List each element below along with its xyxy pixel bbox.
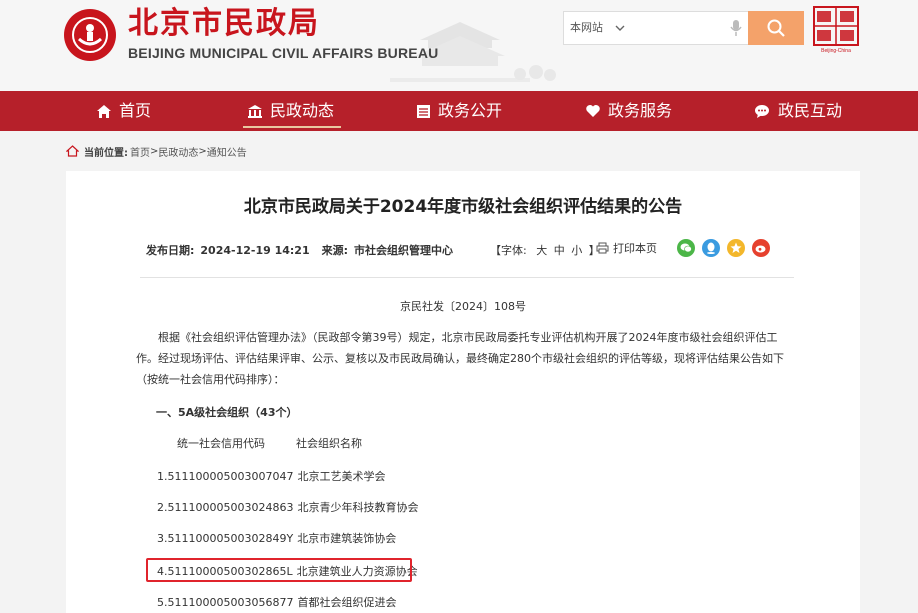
search-scope-select[interactable]: 本网站: [570, 12, 603, 44]
document-number: 京民社发〔2024〕108号: [400, 300, 526, 313]
org-credit-code: 5.511100005003056877: [157, 596, 294, 609]
search-icon: [767, 19, 785, 37]
chevron-down-icon[interactable]: [614, 22, 626, 34]
org-name: 北京工艺美术学会: [297, 470, 386, 483]
nav-item-label: 首页: [119, 101, 152, 120]
breadcrumb-label: 当前位置:: [84, 147, 128, 159]
nav-item-gov-service[interactable]: 政务服务: [585, 91, 672, 131]
site-title-cn[interactable]: 北京市民政局: [128, 4, 320, 44]
nav-active-indicator: [243, 126, 341, 128]
font-size-controls: 【字体: 大 中 小 】: [490, 242, 600, 258]
breadcrumb-news-link[interactable]: 民政动态: [158, 144, 198, 159]
article-meta: 发布日期: 2024-12-19 14:21 来源: 市社会组织管理中心: [146, 242, 453, 258]
breadcrumb: 当前位置: 首页 > 民政动态 > 通知公告: [66, 143, 247, 159]
table-row: 5.511100005003056877 首都社会组织促进会: [157, 594, 396, 610]
microphone-icon[interactable]: [728, 19, 744, 37]
nav-item-home[interactable]: 首页: [96, 91, 151, 131]
search-button[interactable]: [748, 11, 804, 45]
site-header: 北京市民政局 BEIJING MUNICIPAL CIVIL AFFAIRS B…: [0, 0, 918, 91]
nav-item-interaction[interactable]: 政民互动: [754, 91, 842, 131]
table-row: 2.511100005003024863 北京青少年科技教育协会: [157, 499, 418, 515]
font-size-label: 【字体:: [490, 244, 527, 257]
font-large-button[interactable]: 大: [536, 244, 547, 257]
document-icon: [417, 104, 430, 118]
section-title: 一、5A级社会组织（43个）: [156, 406, 298, 419]
org-credit-code: 3.51110000500302849Y: [157, 532, 294, 545]
nav-item-label: 政务服务: [608, 101, 673, 120]
capital-window-logo[interactable]: Beijing-China: [813, 6, 859, 54]
table-row: 3.51110000500302849Y 北京市建筑装饰协会: [157, 530, 396, 546]
breadcrumb-notice-link[interactable]: 通知公告: [207, 144, 247, 159]
article-title: 北京市民政局关于2024年度市级社会组织评估结果的公告: [243, 197, 683, 217]
nav-item-gov-open[interactable]: 政务公开: [416, 91, 502, 131]
column-header-name: 社会组织名称: [296, 437, 362, 450]
print-button[interactable]: 打印本页: [596, 240, 657, 256]
org-name: 北京青少年科技教育协会: [297, 501, 419, 514]
capital-logo-caption: Beijing-China: [821, 48, 851, 54]
org-credit-code: 1.51110000500300704​7: [157, 470, 294, 483]
home-icon: [66, 145, 79, 157]
print-label: 打印本页: [613, 242, 657, 255]
column-header-code: 统一社会信用代码: [177, 437, 265, 450]
search-input[interactable]: [634, 16, 729, 40]
source-label: 来源:: [321, 244, 349, 257]
date-label: 发布日期:: [146, 244, 195, 257]
weibo-share-icon[interactable]: [752, 239, 770, 257]
printer-icon: [596, 242, 609, 254]
font-medium-button[interactable]: 中: [554, 244, 565, 257]
heart-icon: [586, 105, 600, 117]
table-row: 1.51110000500300704​7 北京工艺美术学会: [157, 468, 385, 484]
font-small-button[interactable]: 小: [571, 244, 582, 257]
chat-icon: [755, 104, 769, 118]
breadcrumb-separator: >: [198, 145, 207, 157]
org-name: 首都社会组织促进会: [297, 596, 397, 609]
meta-divider: [140, 277, 794, 278]
publish-date: 2024-12-19 14:21: [200, 243, 310, 257]
search-bar: 本网站: [563, 11, 804, 45]
article-paragraph: 根据《社会组织评估管理办法》（民政部令第39号）规定，北京市民政局委托专业评估机…: [136, 331, 784, 386]
building-icon: [248, 104, 262, 118]
org-credit-code: 2.511100005003024863: [157, 501, 294, 514]
home-icon: [97, 104, 111, 118]
article-panel: 北京市民政局关于2024年度市级社会组织评估结果的公告 发布日期: 2024-1…: [66, 171, 860, 613]
nav-item-label: 政务公开: [438, 101, 503, 120]
bureau-emblem-icon[interactable]: [64, 9, 116, 61]
qq-share-icon[interactable]: [702, 239, 720, 257]
highlight-annotation: [146, 558, 412, 582]
nav-item-news[interactable]: 民政动态: [247, 91, 334, 131]
main-nav: 首页 民政动态 政务公开 政务服务 政民互动: [0, 91, 918, 131]
breadcrumb-separator: >: [150, 145, 159, 157]
site-title-en: BEIJING MUNICIPAL CIVIL AFFAIRS BUREAU: [128, 45, 439, 61]
article-source: 市社会组织管理中心: [354, 244, 454, 257]
nav-item-label: 民政动态: [270, 101, 335, 120]
qzone-share-icon[interactable]: [727, 239, 745, 257]
org-name: 北京市建筑装饰协会: [297, 532, 397, 545]
nav-item-label: 政民互动: [778, 101, 843, 120]
wechat-share-icon[interactable]: [677, 239, 695, 257]
breadcrumb-home-link[interactable]: 首页: [130, 144, 150, 159]
